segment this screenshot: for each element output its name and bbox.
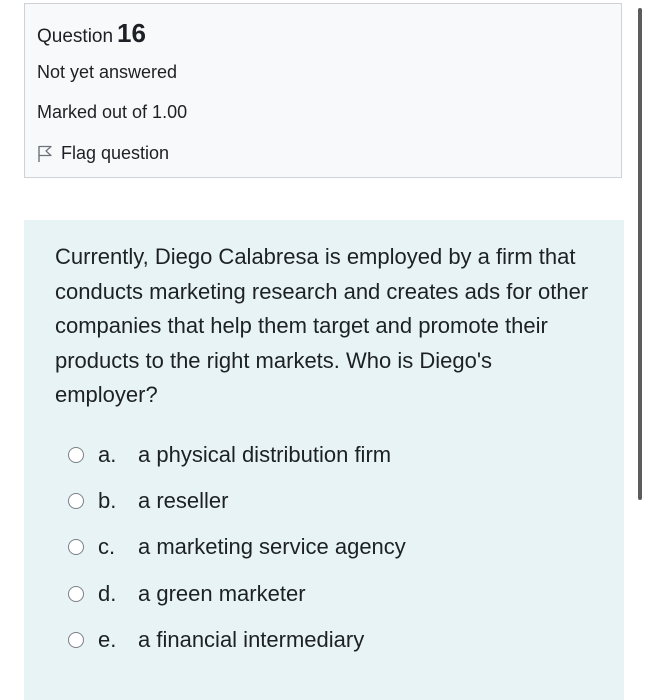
answer-text-d: a green marketer [138,581,306,606]
radio-button-e[interactable] [68,632,84,648]
vertical-scrollbar[interactable] [638,8,642,500]
answer-letter-e: e. [98,627,117,652]
answer-letter-d: d. [98,581,117,606]
question-grade: Marked out of 1.00 [37,102,188,122]
radio-button-c[interactable] [68,539,84,555]
question-formulation: Currently, Diego Calabresa is employed b… [24,220,624,700]
answer-option-e[interactable]: e. a financial intermediary [68,627,364,653]
answer-text-c: a marketing service agency [138,534,406,559]
radio-button-b[interactable] [68,493,84,509]
radio-button-d[interactable] [68,586,84,602]
question-text: Currently, Diego Calabresa is employed b… [55,244,589,407]
answer-text-a: a physical distribution firm [138,442,392,467]
flag-question-label: Flag question [61,143,170,163]
flag-icon [38,145,52,162]
answer-option-d[interactable]: d. a green marketer [68,581,306,607]
radio-button-a[interactable] [68,447,84,463]
answer-letter-a: a. [98,442,117,467]
question-title: Question 16 [37,18,146,49]
answer-option-b[interactable]: b. a reseller [68,488,228,514]
answer-text-b: a reseller [138,488,229,513]
flag-question-link[interactable]: Flag question [37,143,169,164]
answer-letter-c: c. [98,534,116,559]
question-info-panel: Question 16 Not yet answered Marked out o… [24,3,622,178]
answer-letter-b: b. [98,488,117,513]
answer-text-e: a financial intermediary [138,627,365,652]
question-state: Not yet answered [37,62,178,82]
answer-option-a[interactable]: a. a physical distribution firm [68,442,391,468]
question-label: Question [37,26,114,47]
question-number: 16 [117,18,146,48]
answer-option-c[interactable]: c. a marketing service agency [68,534,406,560]
